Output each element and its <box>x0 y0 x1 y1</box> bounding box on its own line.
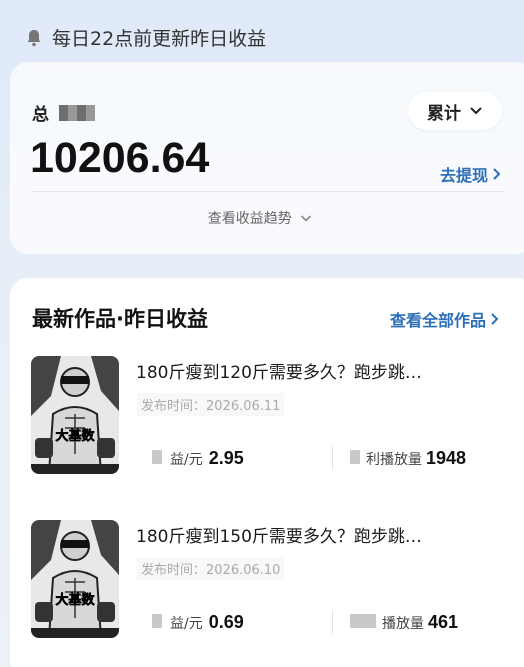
plays-label: 播放量 <box>382 616 424 632</box>
thumbnail-overlay-text: 大基数 <box>55 428 95 444</box>
income-label: 益/元 <box>170 616 203 632</box>
income-stat: 益/元 2.95 <box>152 448 244 469</box>
work-title[interactable]: 180斤瘦到120斤需要多久？跑步跳… <box>136 358 422 383</box>
video-thumbnail[interactable]: 大基数 <box>31 520 119 638</box>
plays-value: 461 <box>428 612 459 632</box>
redacted-mosaic <box>152 614 162 628</box>
range-label: 累计 <box>427 103 461 124</box>
plays-stat: 播放量 461 <box>350 612 458 633</box>
work-item[interactable]: 大基数 180斤瘦到120斤需要多久？跑步跳… 发布时间：2026.06.11 … <box>10 356 524 486</box>
video-thumbnail[interactable]: 大基数 <box>31 356 119 474</box>
redacted-mosaic <box>350 450 360 464</box>
publish-date: 发布时间：2026.06.11 <box>137 393 285 416</box>
income-value: 0.69 <box>208 612 244 632</box>
thumbnail-illustration: 大基数 <box>31 520 119 638</box>
total-label-row: 总 <box>32 100 95 125</box>
income-stat: 益/元 0.69 <box>152 612 244 633</box>
withdraw-link[interactable]: 去提现 <box>440 162 501 186</box>
plays-value: 1948 <box>426 448 467 468</box>
income-label: 益/元 <box>170 452 203 468</box>
see-all-works-link[interactable]: 查看全部作品 <box>390 307 499 331</box>
redacted-mosaic <box>59 104 95 121</box>
divider <box>32 191 504 192</box>
thumbnail-overlay-text: 大基数 <box>55 592 95 608</box>
section-title: 最新作品·昨日收益 <box>32 307 208 331</box>
stat-divider <box>332 446 333 470</box>
latest-works-card: 最新作品·昨日收益 查看全部作品 大基数 180斤瘦到120斤需要多久？跑步跳… <box>10 278 524 667</box>
withdraw-label: 去提现 <box>440 166 489 185</box>
work-title[interactable]: 180斤瘦到150斤需要多久？跑步跳… <box>136 522 422 547</box>
work-item[interactable]: 大基数 180斤瘦到150斤需要多久？跑步跳… 发布时间：2026.06.10 … <box>10 520 524 650</box>
chevron-right-icon <box>491 313 499 325</box>
stat-divider <box>332 610 333 634</box>
chevron-down-icon <box>301 215 312 222</box>
publish-date: 发布时间：2026.06.10 <box>137 557 285 580</box>
range-dropdown-button[interactable]: 累计 <box>408 92 502 130</box>
bell-icon <box>27 29 41 46</box>
notice-bar: 每日22点前更新昨日收益 <box>26 24 266 51</box>
trend-label: 查看收益趋势 <box>207 211 292 227</box>
see-all-label: 查看全部作品 <box>390 311 487 330</box>
redacted-mosaic <box>350 614 376 628</box>
chevron-right-icon <box>493 168 501 180</box>
income-value: 2.95 <box>208 448 244 468</box>
notice-text: 每日22点前更新昨日收益 <box>52 28 267 50</box>
redacted-mosaic <box>152 450 162 464</box>
view-trend-link[interactable]: 查看收益趋势 <box>10 208 510 228</box>
total-earnings-value: 10206.64 <box>30 134 210 182</box>
thumbnail-illustration: 大基数 <box>31 356 119 474</box>
chevron-down-icon <box>470 107 482 115</box>
total-label: 总 <box>32 105 49 125</box>
plays-label: 利播放量 <box>366 452 422 468</box>
plays-stat: 利播放量 1948 <box>350 448 466 469</box>
earnings-summary-card: 总 10206.64 累计 去提现 查看收益趋势 <box>10 62 524 254</box>
